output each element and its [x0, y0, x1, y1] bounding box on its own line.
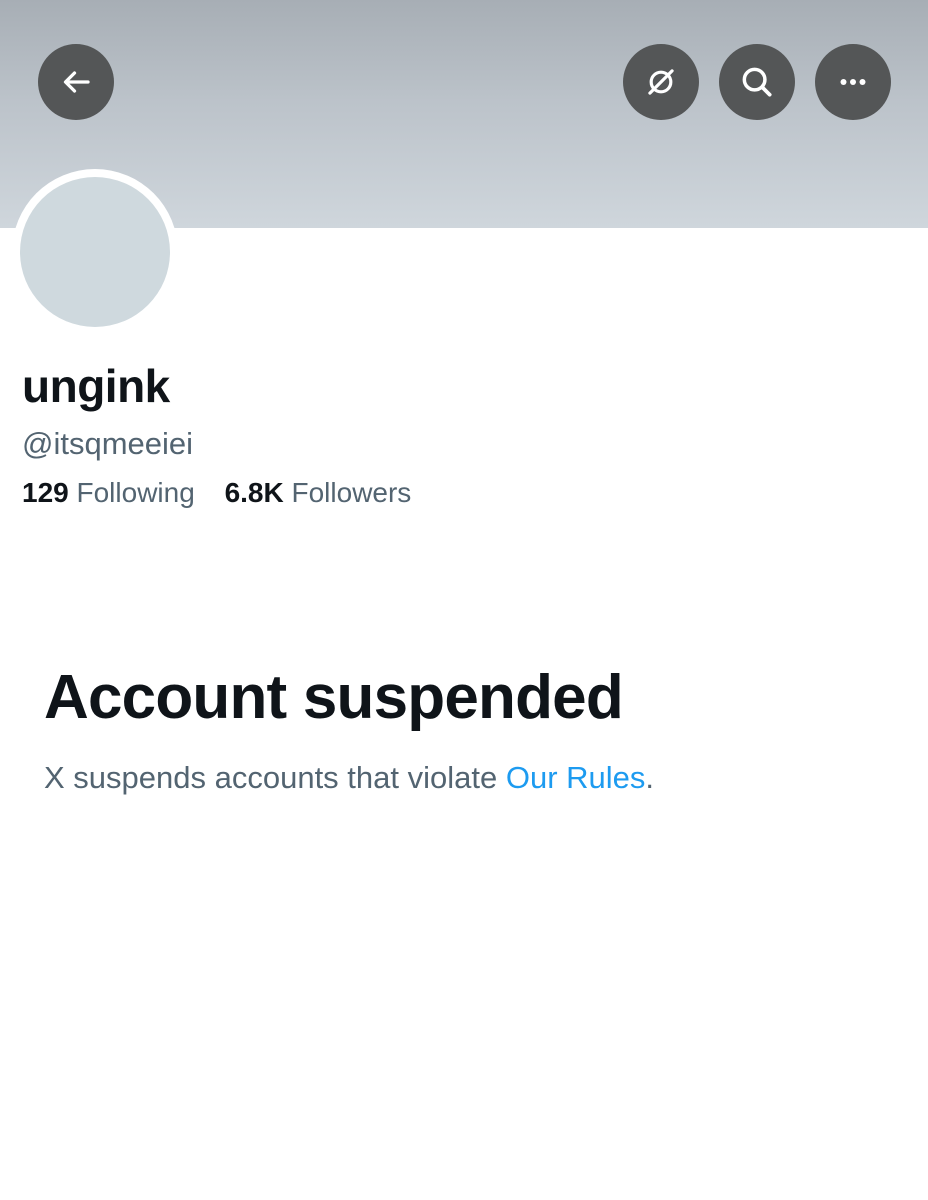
user-handle: @itsqmeeiei: [22, 426, 194, 461]
followers-count: 6.8K: [224, 477, 284, 508]
search-icon: [742, 67, 772, 97]
suspension-title: Account suspended: [44, 663, 624, 732]
arrow-left-icon: [63, 71, 90, 93]
following-stat[interactable]: 129 Following: [22, 473, 195, 513]
grok-button[interactable]: [623, 44, 699, 120]
avatar[interactable]: [20, 177, 170, 327]
avatar-ring: [12, 169, 178, 335]
profile-stats: 129 Following 6.8K Followers: [22, 473, 411, 513]
more-dots-icon: [840, 78, 866, 86]
search-button[interactable]: [719, 44, 795, 120]
back-button[interactable]: [38, 44, 114, 120]
followers-label: Followers: [291, 477, 412, 508]
slashed-circle-icon: [648, 69, 674, 95]
suspension-message-text: X suspends accounts that violate: [44, 760, 506, 795]
following-count: 129: [22, 477, 69, 508]
followers-stat[interactable]: 6.8K Followers: [225, 473, 412, 513]
suspension-message-period: .: [645, 760, 655, 795]
more-button[interactable]: [815, 44, 891, 120]
following-label: Following: [76, 477, 195, 508]
our-rules-link[interactable]: Our Rules: [506, 760, 646, 795]
display-name: ungink: [22, 360, 170, 412]
suspension-message: X suspends accounts that violate Our Rul…: [44, 756, 654, 800]
